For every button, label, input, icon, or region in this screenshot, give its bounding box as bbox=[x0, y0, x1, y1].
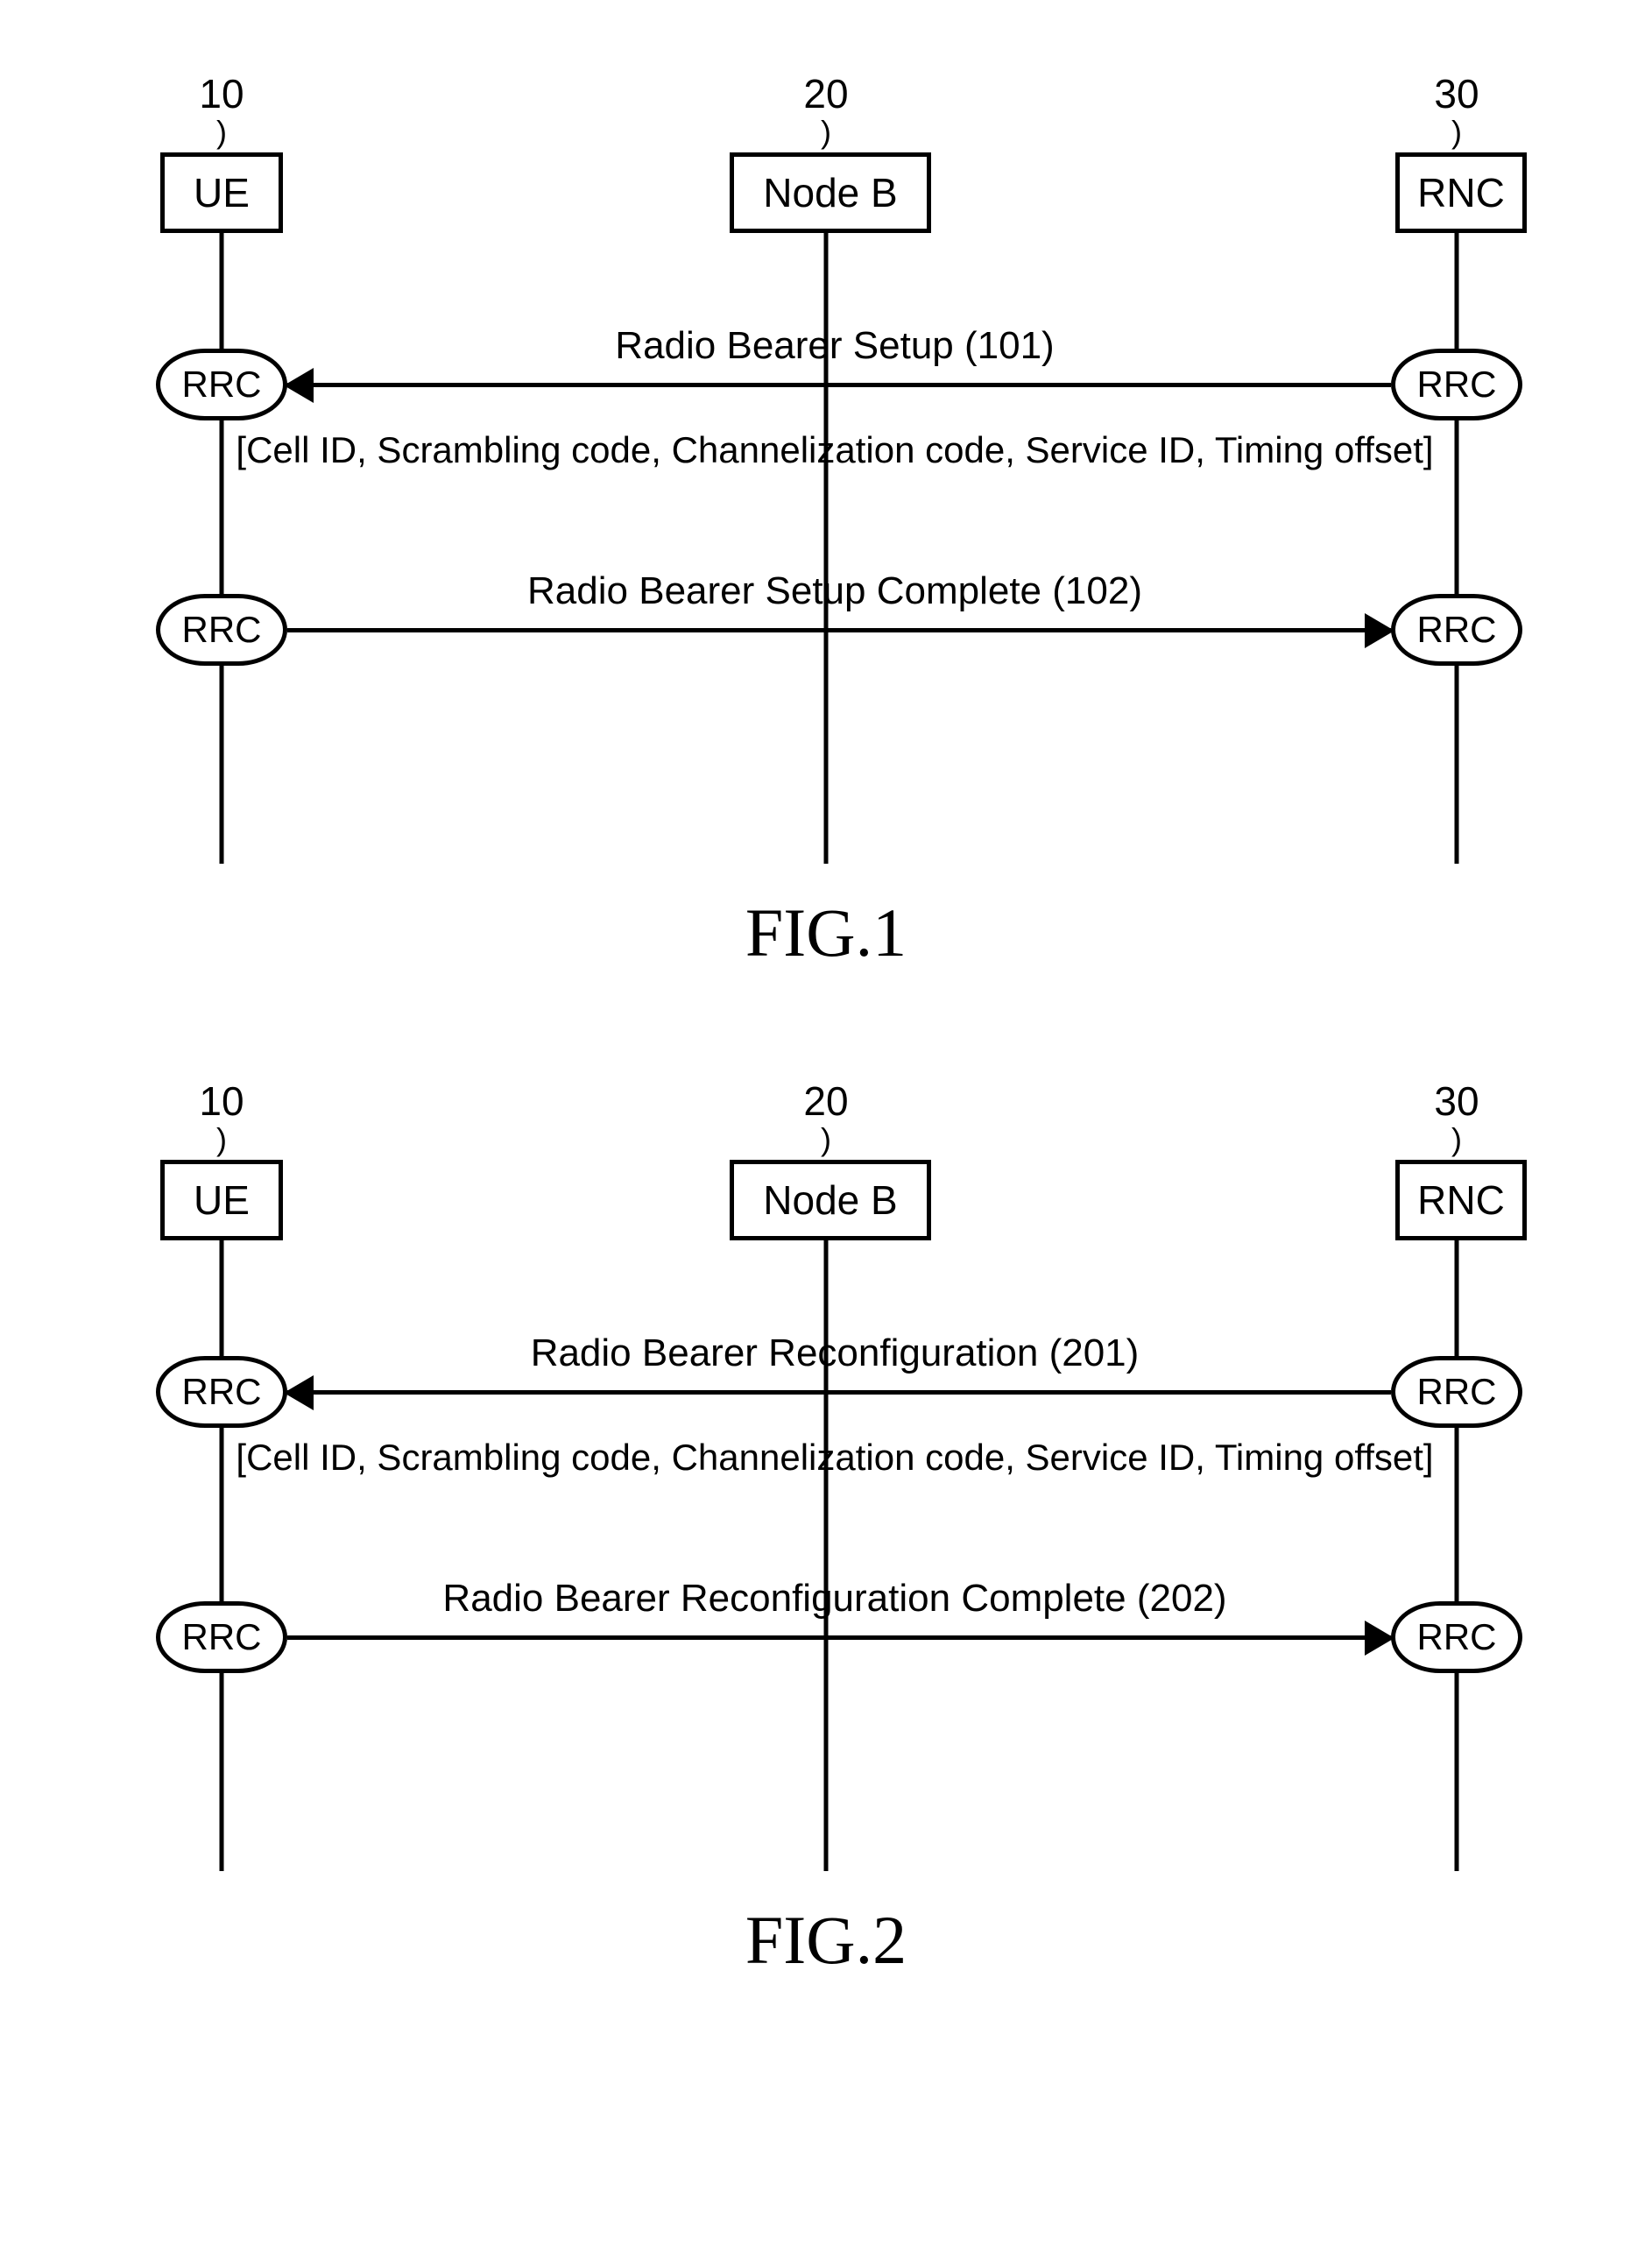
rrc-bubble-rnc-1: RRC bbox=[1391, 1356, 1522, 1428]
node-rnc: RNC bbox=[1395, 152, 1527, 233]
lifeline-ue bbox=[220, 233, 224, 864]
node-rnc: RNC bbox=[1395, 1160, 1527, 1240]
ref-number-rnc: 30 bbox=[1404, 1077, 1509, 1125]
rrc-bubble-rnc-2: RRC bbox=[1391, 594, 1522, 666]
arrowhead-left-icon bbox=[284, 368, 314, 403]
figure-2-caption: FIG.2 bbox=[81, 1901, 1571, 1980]
node-nodeb: Node B bbox=[730, 152, 931, 233]
ref-tick: ) bbox=[821, 114, 831, 151]
rrc-bubble-ue-2: RRC bbox=[156, 594, 287, 666]
node-ue: UE bbox=[160, 152, 283, 233]
ref-number-ue: 10 bbox=[169, 1077, 274, 1125]
ref-tick: ) bbox=[1451, 1121, 1462, 1158]
arrowhead-right-icon bbox=[1365, 1621, 1394, 1656]
lifeline-rnc bbox=[1455, 233, 1459, 864]
ref-number-ue: 10 bbox=[169, 70, 274, 117]
rrc-bubble-ue-1: RRC bbox=[156, 1356, 287, 1428]
lifeline-rnc bbox=[1455, 1240, 1459, 1871]
ref-tick: ) bbox=[821, 1121, 831, 1158]
node-ue: UE bbox=[160, 1160, 283, 1240]
lifeline-ue bbox=[220, 1240, 224, 1871]
page: 10 20 30 ) ) ) UE Node B RNC Radio Beare… bbox=[0, 0, 1652, 2102]
ref-number-nodeb: 20 bbox=[773, 70, 879, 117]
msg1-params: [Cell ID, Scrambling code, Channelizatio… bbox=[236, 429, 1433, 471]
msg1-label: Radio Bearer Setup (101) bbox=[615, 324, 1054, 368]
rrc-bubble-rnc-2: RRC bbox=[1391, 1601, 1522, 1673]
msg1-arrow bbox=[287, 1390, 1391, 1395]
msg1-label: Radio Bearer Reconfiguration (201) bbox=[531, 1331, 1140, 1375]
ref-tick: ) bbox=[216, 1121, 227, 1158]
rrc-bubble-ue-1: RRC bbox=[156, 349, 287, 420]
msg2-label: Radio Bearer Setup Complete (102) bbox=[527, 569, 1142, 613]
figure-2: 10 20 30 ) ) ) UE Node B RNC Radio Beare… bbox=[81, 1077, 1571, 1980]
msg2-label: Radio Bearer Reconfiguration Complete (2… bbox=[442, 1577, 1226, 1621]
ref-tick: ) bbox=[216, 114, 227, 151]
rrc-bubble-ue-2: RRC bbox=[156, 1601, 287, 1673]
msg1-arrow bbox=[287, 383, 1391, 387]
msg2-arrow bbox=[287, 628, 1391, 632]
rrc-bubble-rnc-1: RRC bbox=[1391, 349, 1522, 420]
arrowhead-right-icon bbox=[1365, 613, 1394, 648]
ref-tick: ) bbox=[1451, 114, 1462, 151]
sequence-diagram-1: 10 20 30 ) ) ) UE Node B RNC Radio Beare… bbox=[81, 70, 1571, 876]
sequence-diagram-2: 10 20 30 ) ) ) UE Node B RNC Radio Beare… bbox=[81, 1077, 1571, 1883]
node-nodeb: Node B bbox=[730, 1160, 931, 1240]
figure-1-caption: FIG.1 bbox=[81, 893, 1571, 972]
msg2-arrow bbox=[287, 1635, 1391, 1640]
ref-number-rnc: 30 bbox=[1404, 70, 1509, 117]
ref-number-nodeb: 20 bbox=[773, 1077, 879, 1125]
arrowhead-left-icon bbox=[284, 1375, 314, 1410]
figure-1: 10 20 30 ) ) ) UE Node B RNC Radio Beare… bbox=[81, 70, 1571, 972]
msg1-params: [Cell ID, Scrambling code, Channelizatio… bbox=[236, 1437, 1433, 1479]
